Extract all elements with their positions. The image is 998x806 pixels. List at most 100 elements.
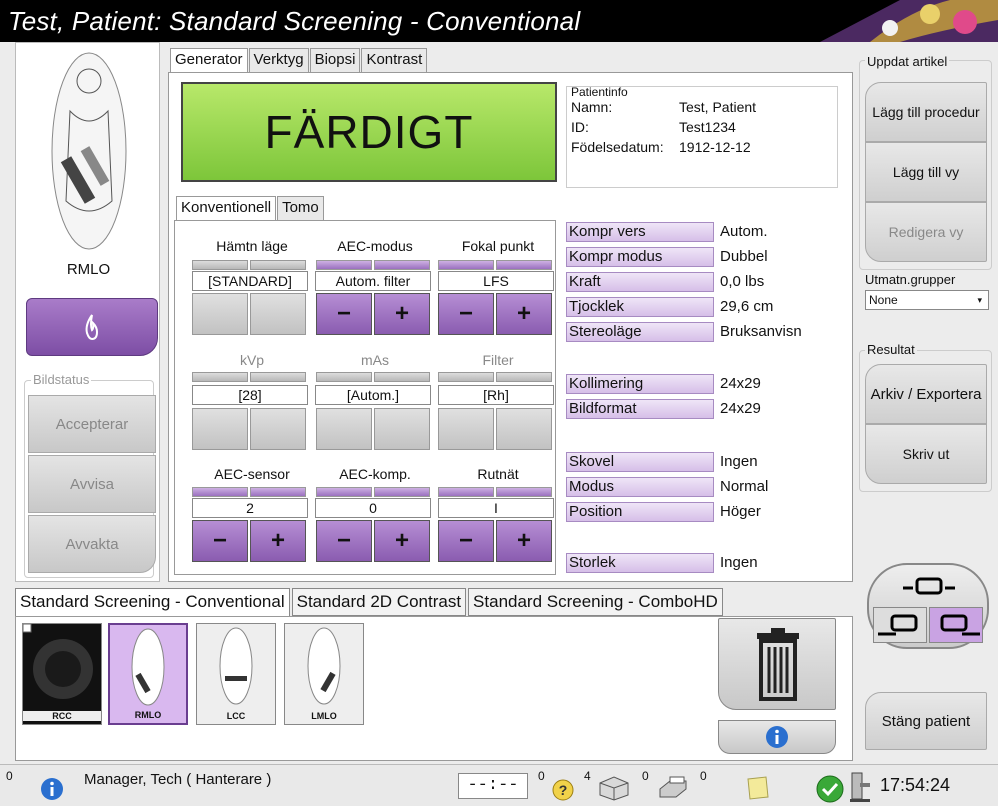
rutnat-value: I: [438, 498, 554, 518]
thumbnail-rcc[interactable]: RCC: [22, 623, 102, 725]
aec-modus-minus-button[interactable]: −: [316, 293, 372, 335]
trash-icon: [757, 628, 799, 701]
fokal-bar-right: [496, 260, 552, 270]
accept-button[interactable]: Accepterar: [28, 395, 156, 453]
info-button[interactable]: [718, 720, 836, 754]
dob-label: Födelsedatum:: [571, 139, 664, 155]
mas-plus-button[interactable]: [374, 408, 430, 450]
output-group-value: None: [869, 293, 898, 307]
tab-konventionell[interactable]: Konventionell: [176, 196, 277, 222]
kvp-bar-right: [250, 372, 306, 382]
ready-status: FÄRDIGT: [181, 82, 557, 182]
svg-text:?: ?: [559, 782, 568, 798]
aec-modus-bar-right: [374, 260, 430, 270]
output-group-select[interactable]: None ▾: [865, 290, 989, 310]
rutnat-label: Rutnät: [477, 466, 519, 482]
paddle-center-button[interactable]: [899, 571, 959, 605]
prop-val-bildformat: 24x29: [720, 400, 761, 417]
patient-info-legend: Patientinfo: [571, 85, 628, 99]
filter-value: [Rh]: [438, 385, 554, 405]
mas-bar-right: [374, 372, 430, 382]
hamtn-minus-button[interactable]: [192, 293, 248, 335]
help-icon[interactable]: ?: [552, 779, 574, 801]
resultat-legend: Resultat: [865, 342, 917, 357]
tab-standard-screening-combohd[interactable]: Standard Screening - ComboHD: [468, 588, 723, 616]
kvp-plus-button[interactable]: [250, 408, 306, 450]
current-user[interactable]: Manager, Tech ( Hanterare ): [84, 771, 271, 788]
mas-label: mAs: [361, 352, 389, 368]
paddle-center-icon: [903, 577, 955, 595]
system-clock: 17:54:24: [880, 775, 951, 795]
reject-button[interactable]: Avvisa: [28, 455, 156, 513]
aec-sensor-bar-right: [250, 487, 306, 497]
aec-komp-plus-button[interactable]: +: [374, 520, 430, 562]
notes-icon[interactable]: [744, 775, 772, 801]
aec-modus-plus-button[interactable]: +: [374, 293, 430, 335]
printer-icon[interactable]: [656, 775, 690, 801]
gantry-icon[interactable]: [846, 771, 874, 803]
filter-label: Filter: [482, 352, 514, 368]
tab-biopsi[interactable]: Biopsi: [309, 48, 361, 72]
tab-standard-screening-conventional[interactable]: Standard Screening - Conventional: [15, 588, 290, 616]
aec-komp-minus-button[interactable]: −: [316, 520, 372, 562]
fokal-minus-button[interactable]: −: [438, 293, 494, 335]
delete-button[interactable]: [718, 618, 836, 710]
pend-button[interactable]: Avvakta: [28, 515, 156, 573]
paddle-shift-control: [867, 563, 989, 649]
expose-button[interactable]: [26, 298, 158, 356]
mas-minus-button[interactable]: [316, 408, 372, 450]
edit-view-button[interactable]: Redigera vy: [865, 202, 987, 262]
tab-generator[interactable]: Generator: [170, 48, 248, 74]
close-patient-button[interactable]: Stäng patient: [865, 692, 987, 750]
thumbnail-lmlo[interactable]: LMLO: [284, 623, 364, 725]
hamtn-plus-button[interactable]: [250, 293, 306, 335]
rutnat-plus-button[interactable]: +: [496, 520, 552, 562]
archive-export-button[interactable]: Arkiv / Exportera: [865, 364, 987, 424]
filter-plus-button[interactable]: [496, 408, 552, 450]
patient-name: Test, Patient: [679, 99, 757, 115]
storage-icon[interactable]: [598, 775, 630, 801]
prop-key-tjocklek: Tjocklek: [566, 297, 714, 317]
thumbnail-lcc[interactable]: LCC: [196, 623, 276, 725]
status-info-icon[interactable]: [40, 777, 64, 801]
thumbnail-label-rmlo: RMLO: [134, 710, 162, 720]
filter-minus-button[interactable]: [438, 408, 494, 450]
tab-kontrast[interactable]: Kontrast: [361, 48, 428, 72]
rmlo-thumb-icon: [131, 628, 165, 706]
aec-sensor-minus-button[interactable]: −: [192, 520, 248, 562]
paddle-left-button[interactable]: [873, 607, 927, 643]
print-button[interactable]: Skriv ut: [865, 424, 987, 484]
add-view-button[interactable]: Lägg till vy: [865, 142, 987, 202]
kvp-minus-button[interactable]: [192, 408, 248, 450]
filter-bar-left: [438, 372, 494, 382]
check-status-icon[interactable]: [816, 775, 844, 803]
fokal-bar-left: [438, 260, 494, 270]
aec-sensor-plus-button[interactable]: +: [250, 520, 306, 562]
tab-tomo[interactable]: Tomo: [277, 196, 324, 220]
aec-komp-bar-left: [316, 487, 372, 497]
aec-sensor-value: 2: [192, 498, 308, 518]
prop-val-kompr-modus: Dubbel: [720, 248, 768, 265]
id-label: ID:: [571, 119, 589, 135]
fokal-value: LFS: [438, 271, 554, 291]
rcc-image-icon: [22, 623, 93, 699]
prop-key-kollimering: Kollimering: [566, 374, 714, 394]
fokal-plus-button[interactable]: +: [496, 293, 552, 335]
patient-dob: 1912-12-12: [679, 139, 751, 155]
prop-val-modus: Normal: [720, 478, 769, 495]
paddle-right-button[interactable]: [929, 607, 983, 643]
tab-verktyg[interactable]: Verktyg: [248, 48, 309, 72]
rutnat-minus-button[interactable]: −: [438, 520, 494, 562]
prop-val-skovel: Ingen: [720, 453, 758, 470]
status-count-box: 4: [584, 769, 591, 783]
tab-standard-2d-contrast[interactable]: Standard 2D Contrast: [291, 588, 467, 616]
add-procedure-button[interactable]: Lägg till procedur: [865, 82, 987, 142]
status-count-print: 0: [642, 769, 649, 783]
prop-val-kraft: 0,0 lbs: [720, 273, 765, 290]
thumbnail-label-lcc: LCC: [226, 711, 246, 721]
rmlo-view-icon: [51, 52, 127, 250]
status-bar: 0 Manager, Tech ( Hanterare ) --:-- 0 ? …: [0, 764, 998, 806]
thumbnail-rmlo[interactable]: RMLO: [108, 623, 188, 725]
aec-modus-value: Autom. filter: [315, 271, 431, 291]
left-panel: RMLO Bildstatus Accepterar Avvisa Avvakt…: [15, 42, 160, 582]
